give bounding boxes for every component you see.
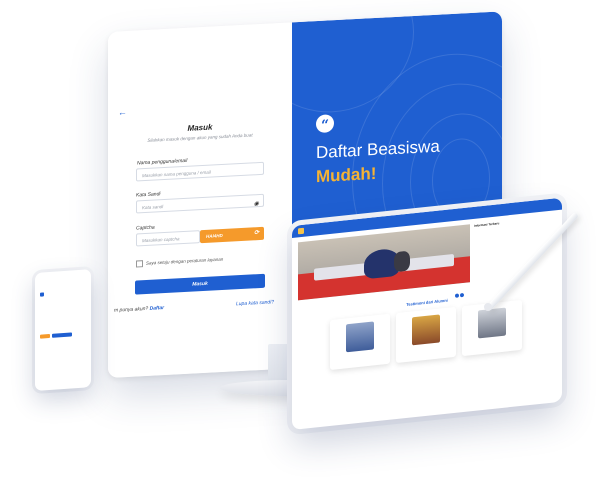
terms-row[interactable]: Saya setuju dengan peraturan layanan [136,256,223,268]
tablet-mockup: Informasi Terbaru Testimoni dari Alumni [292,197,562,430]
testimonial-card[interactable] [396,306,456,364]
captcha-label: Captcha [136,224,155,232]
logo-icon [40,292,44,297]
testimonial-role [462,341,522,347]
testimonial-role [396,348,456,354]
hero-title-accent: Mudah! [316,163,377,187]
testimonial-name [330,351,390,357]
phone-heading [40,307,86,310]
terms-checkbox[interactable] [136,260,143,268]
register-prefix: m punya akun? [114,305,149,314]
username-label: Nama pengguna/email [137,157,188,167]
phone-button-secondary[interactable] [52,332,72,338]
eye-icon[interactable]: ◉ [254,198,259,211]
captcha-input[interactable]: Masukkan captcha [136,230,200,247]
info-title: Informasi Terbaru [474,221,500,228]
info-item[interactable] [474,236,554,244]
captcha-code: HAI4HD [206,232,223,239]
register-link[interactable]: Daftar [150,305,164,312]
captcha-image: HAI4HD ⟳ [200,226,264,244]
avatar [478,307,506,339]
login-button[interactable]: Masuk [135,273,265,295]
arrow-left-icon[interactable]: ← [118,107,127,117]
phone-button-primary[interactable] [40,333,50,339]
refresh-icon[interactable]: ⟳ [254,227,259,240]
login-form: Nama pengguna/email Masukkan nama penggu… [114,23,276,330]
testimonial-role [330,355,390,361]
tablet-hero-image [298,224,470,301]
phone-mockup [35,269,91,391]
terms-text: Saya setuju dengan peraturan layanan [146,256,224,266]
password-label: Kata Sandi [136,191,161,199]
login-panel: ← Masuk Silahkan masuk dengan akun yang … [108,22,292,378]
avatar [412,314,440,346]
password-placeholder: Kata sandi [142,204,164,211]
logo-icon [298,227,304,235]
stylus-tip [484,303,492,311]
phone-brand [46,288,88,291]
quote-icon: “ [316,114,334,134]
info-item[interactable] [474,264,554,272]
forgot-password-link[interactable]: Lupa kata sandi? [236,299,274,307]
testimonial-name [396,344,456,350]
hero-figure [394,250,410,273]
register-prompt: m punya akun? Daftar [114,305,164,314]
avatar [346,321,374,353]
testimonial-name [462,337,522,343]
testimonial-card[interactable] [330,313,390,371]
